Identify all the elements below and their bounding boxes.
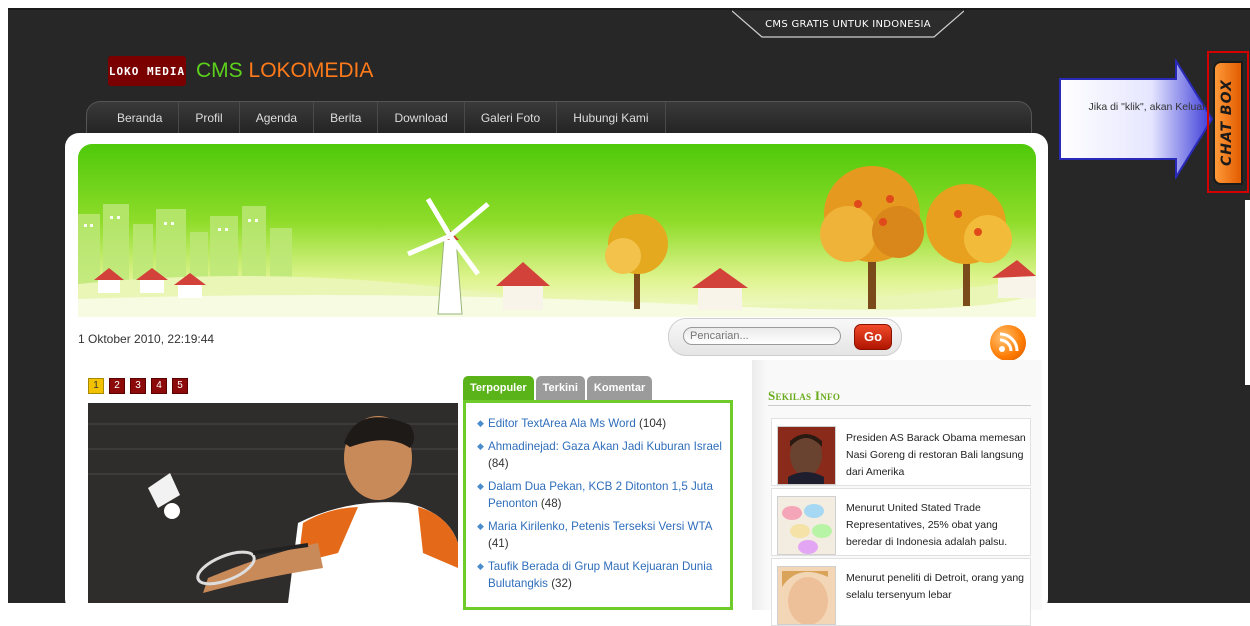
top-tagline-tab: CMS GRATIS UNTUK INDONESIA (732, 9, 964, 39)
portrait-image (778, 427, 835, 484)
nav-item-galeri-foto[interactable]: Galeri Foto (465, 102, 558, 136)
right-edge-strip (1245, 200, 1250, 385)
popular-list: ◆ Editor TextArea Ala Ms Word (104) ◆ Ah… (466, 403, 730, 593)
chat-box-button[interactable]: CHAT BOX (1207, 51, 1249, 193)
badminton-player-image (88, 403, 458, 603)
chat-hint-text: Jika di "klik", akan Keluar. (1088, 101, 1208, 113)
nav-item-hubungi-kami[interactable]: Hubungi Kami (557, 102, 666, 136)
nav-item-download[interactable]: Download (378, 102, 465, 136)
list-item: ◆ Editor TextArea Ala Ms Word (104) (477, 415, 724, 433)
list-item: ◆ Maria Kirilenko, Petenis Terseksi Vers… (477, 518, 724, 553)
read-count: (48) (540, 497, 562, 510)
info-thumbnail (777, 566, 836, 625)
popular-link[interactable]: Taufik Berada di Grup Maut Kejuaran Duni… (488, 560, 712, 591)
pager-page[interactable]: 5 (172, 378, 188, 394)
read-count: (32) (551, 577, 572, 590)
top-border (8, 8, 1250, 10)
tagline-text: CMS GRATIS UNTUK INDONESIA (765, 18, 931, 30)
info-thumbnail (777, 426, 836, 485)
slider-pager: 1 2 3 4 5 (88, 378, 188, 394)
nav-item-agenda[interactable]: Agenda (240, 102, 315, 136)
info-thumbnail (777, 496, 836, 555)
arrow-bullet-icon: ◆ (477, 440, 484, 451)
search-input[interactable] (683, 327, 841, 345)
popular-link[interactable]: Ahmadinejad: Gaza Akan Jadi Kuburan Isra… (488, 440, 722, 453)
pager-page[interactable]: 1 (88, 378, 104, 394)
info-text: Presiden AS Barack Obama memesan Nasi Go… (846, 432, 1026, 478)
nav-item-beranda[interactable]: Beranda (87, 102, 180, 136)
featured-news-photo[interactable] (88, 403, 458, 603)
news-tabs: Terpopuler Terkini Komentar (463, 376, 653, 400)
popular-panel: ◆ Editor TextArea Ala Ms Word (104) ◆ Ah… (463, 400, 733, 610)
smiling-face-image (778, 567, 835, 624)
tab-terkini[interactable]: Terkini (535, 376, 585, 400)
info-card: Menurut United Stated Trade Representati… (771, 488, 1031, 556)
arrow-bullet-icon: ◆ (477, 480, 484, 491)
chat-box-label: CHAT BOX (1219, 79, 1235, 167)
info-text: Menurut peneliti di Detroit, orang yang … (846, 572, 1025, 601)
arrow-bullet-icon: ◆ (477, 560, 484, 571)
rss-glyph (999, 332, 1019, 352)
pager-page[interactable]: 4 (151, 378, 167, 394)
site-title: CMS LOKOMEDIA (196, 59, 373, 83)
info-text: Menurut United Stated Trade Representati… (846, 502, 1008, 548)
search-button[interactable]: Go (854, 324, 892, 350)
current-datetime: 1 Oktober 2010, 22:19:44 (78, 332, 215, 346)
divider (768, 405, 1031, 406)
chat-hint-arrow-icon (1059, 59, 1214, 179)
logo-mark-text: LOKO MEDIA (108, 64, 186, 78)
read-count: (41) (488, 537, 509, 550)
header-banner (78, 144, 1036, 317)
pills-image (778, 497, 835, 554)
tab-terpopuler[interactable]: Terpopuler (463, 376, 534, 400)
read-count: (84) (488, 457, 509, 470)
sekilas-info-title: Sekilas Info (768, 388, 841, 403)
site-title-cms: CMS (196, 59, 243, 82)
list-item: ◆ Taufik Berada di Grup Maut Kejuaran Du… (477, 558, 724, 593)
info-card: Presiden AS Barack Obama memesan Nasi Go… (771, 418, 1031, 486)
rss-icon[interactable] (990, 325, 1026, 361)
pager-page[interactable]: 2 (109, 378, 125, 394)
popular-link[interactable]: Editor TextArea Ala Ms Word (488, 417, 636, 430)
list-item: ◆ Ahmadinejad: Gaza Akan Jadi Kuburan Is… (477, 438, 724, 473)
search-box: Go (668, 318, 902, 356)
nav-item-profil[interactable]: Profil (179, 102, 240, 136)
read-count: (104) (639, 417, 667, 430)
arrow-bullet-icon: ◆ (477, 520, 484, 531)
site-logo[interactable]: LOKO MEDIA CMS LOKOMEDIA (108, 56, 373, 86)
popular-link[interactable]: Dalam Dua Pekan, KCB 2 Ditonton 1,5 Juta… (488, 480, 713, 511)
main-nav: Beranda Profil Agenda Berita Download Ga… (86, 101, 1032, 136)
site-title-name: LOKOMEDIA (248, 59, 374, 82)
logo-mark: LOKO MEDIA (108, 56, 186, 86)
popular-link[interactable]: Maria Kirilenko, Petenis Terseksi Versi … (488, 520, 712, 533)
tab-komentar[interactable]: Komentar (586, 376, 653, 400)
list-item: ◆ Dalam Dua Pekan, KCB 2 Ditonton 1,5 Ju… (477, 478, 724, 513)
pager-page[interactable]: 3 (130, 378, 146, 394)
arrow-bullet-icon: ◆ (477, 418, 484, 428)
nav-item-berita[interactable]: Berita (314, 102, 379, 136)
banner-illustration (78, 166, 1036, 317)
info-card: Menurut peneliti di Detroit, orang yang … (771, 558, 1031, 626)
